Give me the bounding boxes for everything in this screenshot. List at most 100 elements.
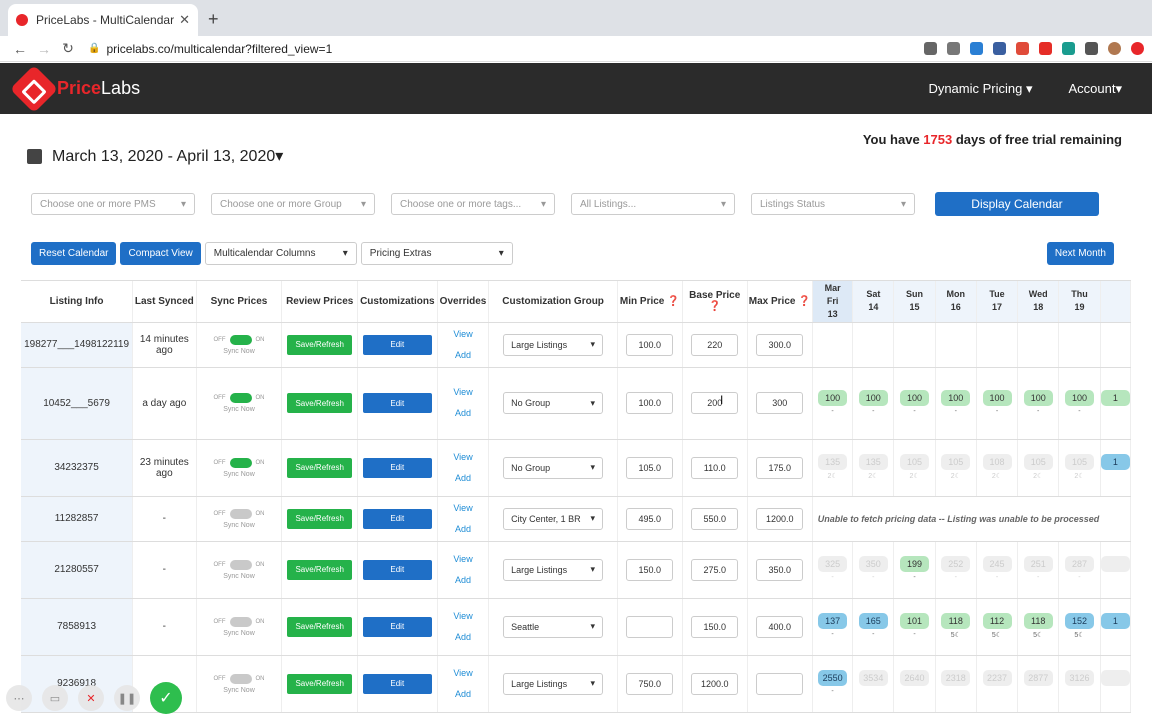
day-price-cell[interactable]: 152 5☾ (1058, 598, 1101, 656)
listing-id[interactable]: 10452___5679 (21, 367, 134, 440)
day-price-cell[interactable]: 3126 (1058, 655, 1101, 713)
sync-toggle[interactable] (229, 508, 252, 519)
extension-icon[interactable] (970, 42, 983, 55)
star-icon[interactable] (947, 42, 960, 55)
customization-group-select[interactable]: Seattle ▾ (503, 615, 604, 638)
day-price-cell[interactable]: 287 - (1058, 541, 1101, 599)
save-refresh-button[interactable]: Save/Refresh (287, 559, 353, 580)
sync-now-link[interactable]: Sync Now (223, 471, 255, 478)
day-price-cell[interactable]: 252 - (935, 541, 977, 599)
day-price-cell[interactable]: 118 5☾ (1017, 598, 1060, 656)
day-price-cell[interactable]: 3534 (852, 655, 895, 713)
min-price-input[interactable]: 100.0 (626, 333, 674, 356)
day-price-cell[interactable] (812, 322, 854, 368)
pricing-extras-select[interactable]: Pricing Extras ▾ (360, 242, 513, 265)
day-price-cell[interactable]: 1 (1100, 439, 1131, 497)
finish-recording-icon[interactable]: ✓ (150, 682, 182, 714)
customization-group-select[interactable]: Large Listings ▾ (503, 558, 604, 581)
pause-icon[interactable]: ❚❚ (114, 685, 140, 711)
day-price-cell[interactable]: 1 (1100, 598, 1131, 656)
profile-avatar[interactable] (1108, 42, 1121, 55)
add-link[interactable]: Add (438, 570, 489, 591)
day-price-cell[interactable]: 137 - (812, 598, 854, 656)
tags-select[interactable]: Choose one or more tags... ▾ (391, 193, 555, 215)
add-link[interactable]: Add (438, 519, 489, 540)
save-refresh-button[interactable]: Save/Refresh (287, 334, 353, 355)
day-price-cell[interactable]: 325 - (812, 541, 854, 599)
add-link[interactable]: Add (438, 345, 489, 366)
nav-dynamic-pricing[interactable]: Dynamic Pricing ▾ (928, 81, 1032, 97)
extension-icon[interactable] (1131, 42, 1144, 55)
customization-group-select[interactable]: Large Listings ▾ (503, 672, 604, 695)
sync-toggle[interactable] (229, 457, 252, 468)
sync-now-link[interactable]: Sync Now (223, 522, 255, 529)
pms-select[interactable]: Choose one or more PMS ▾ (31, 193, 195, 215)
max-price-input[interactable]: 300.0 (756, 333, 804, 356)
sync-now-link[interactable]: Sync Now (223, 630, 255, 637)
base-price-input[interactable]: 550.0 (691, 507, 739, 530)
next-month-button[interactable]: Next Month (1046, 242, 1114, 265)
listing-id[interactable]: 21280557 (21, 541, 134, 599)
day-price-cell[interactable]: 101 - (893, 598, 936, 656)
view-link[interactable]: View (438, 324, 489, 345)
customization-group-select[interactable]: Large Listings ▾ (503, 333, 604, 356)
edit-button[interactable]: Edit (362, 616, 432, 637)
day-price-cell[interactable]: 199 - (893, 541, 936, 599)
base-price-input[interactable]: 1200.0 (691, 672, 739, 695)
tab-close-icon[interactable]: ✕ (179, 12, 190, 28)
more-icon[interactable]: ⋯ (6, 685, 32, 711)
max-price-input[interactable]: 1200.0 (756, 507, 804, 530)
url-input[interactable]: 🔒 pricelabs.co/multicalendar?filtered_vi… (88, 38, 924, 60)
add-link[interactable]: Add (438, 468, 489, 489)
day-price-cell[interactable]: 251 - (1017, 541, 1060, 599)
day-price-cell[interactable] (852, 322, 895, 368)
sync-toggle[interactable] (229, 334, 252, 345)
max-price-input[interactable]: 300 (756, 392, 804, 414)
day-price-cell[interactable]: 100- (893, 367, 936, 440)
save-refresh-button[interactable]: Save/Refresh (287, 393, 353, 413)
compact-view-button[interactable]: Compact View (120, 242, 201, 265)
sync-toggle[interactable] (229, 559, 252, 570)
save-refresh-button[interactable]: Save/Refresh (287, 673, 353, 694)
min-price-input[interactable]: 100.0 (626, 392, 674, 414)
add-link[interactable]: Add (438, 403, 489, 424)
view-link[interactable]: View (438, 663, 489, 684)
camera-icon[interactable] (924, 42, 937, 55)
edit-button[interactable]: Edit (362, 673, 432, 694)
extension-icon[interactable] (1039, 42, 1052, 55)
display-calendar-button[interactable]: Display Calendar (935, 192, 1099, 216)
day-price-cell[interactable]: 118 5☾ (935, 598, 977, 656)
customization-group-select[interactable]: No Group ▾ (503, 456, 604, 479)
day-price-cell[interactable]: 245 - (976, 541, 1019, 599)
day-price-cell[interactable]: 1 (1100, 367, 1131, 440)
max-price-input[interactable]: 175.0 (756, 456, 804, 479)
view-link[interactable]: View (438, 606, 489, 627)
listing-id[interactable]: 7858913 (21, 598, 134, 656)
extension-icon[interactable] (1062, 42, 1075, 55)
edit-button[interactable]: Edit (362, 508, 432, 529)
day-price-cell[interactable]: 135 2☾ (852, 439, 895, 497)
save-refresh-button[interactable]: Save/Refresh (287, 508, 353, 529)
day-price-cell[interactable] (976, 322, 1019, 368)
sync-now-link[interactable]: Sync Now (223, 687, 255, 694)
reset-calendar-button[interactable]: Reset Calendar (31, 242, 117, 265)
day-price-cell[interactable]: 105 2☾ (893, 439, 936, 497)
max-price-input[interactable]: 400.0 (756, 615, 804, 638)
forward-icon[interactable]: → (32, 41, 56, 57)
date-range-picker[interactable]: March 13, 2020 - April 13, 2020▾ (27, 146, 283, 166)
min-price-input[interactable] (626, 615, 674, 638)
day-price-cell[interactable] (893, 322, 936, 368)
day-price-cell[interactable]: 108 2☾ (976, 439, 1019, 497)
min-price-input[interactable]: 495.0 (626, 507, 674, 530)
base-price-input[interactable]: 275.0 (691, 558, 739, 581)
base-price-input[interactable]: 110.0 (691, 456, 739, 479)
day-price-cell[interactable]: 100- (852, 367, 895, 440)
day-price-cell[interactable]: 100- (812, 367, 854, 440)
day-price-cell[interactable]: 105 2☾ (1058, 439, 1101, 497)
sync-now-link[interactable]: Sync Now (223, 348, 255, 355)
save-refresh-button[interactable]: Save/Refresh (287, 457, 353, 478)
day-price-cell[interactable]: 100- (1058, 367, 1101, 440)
sync-toggle[interactable] (229, 393, 252, 403)
day-price-cell[interactable]: 105 2☾ (935, 439, 977, 497)
base-price-input[interactable]: 200 (691, 392, 739, 414)
